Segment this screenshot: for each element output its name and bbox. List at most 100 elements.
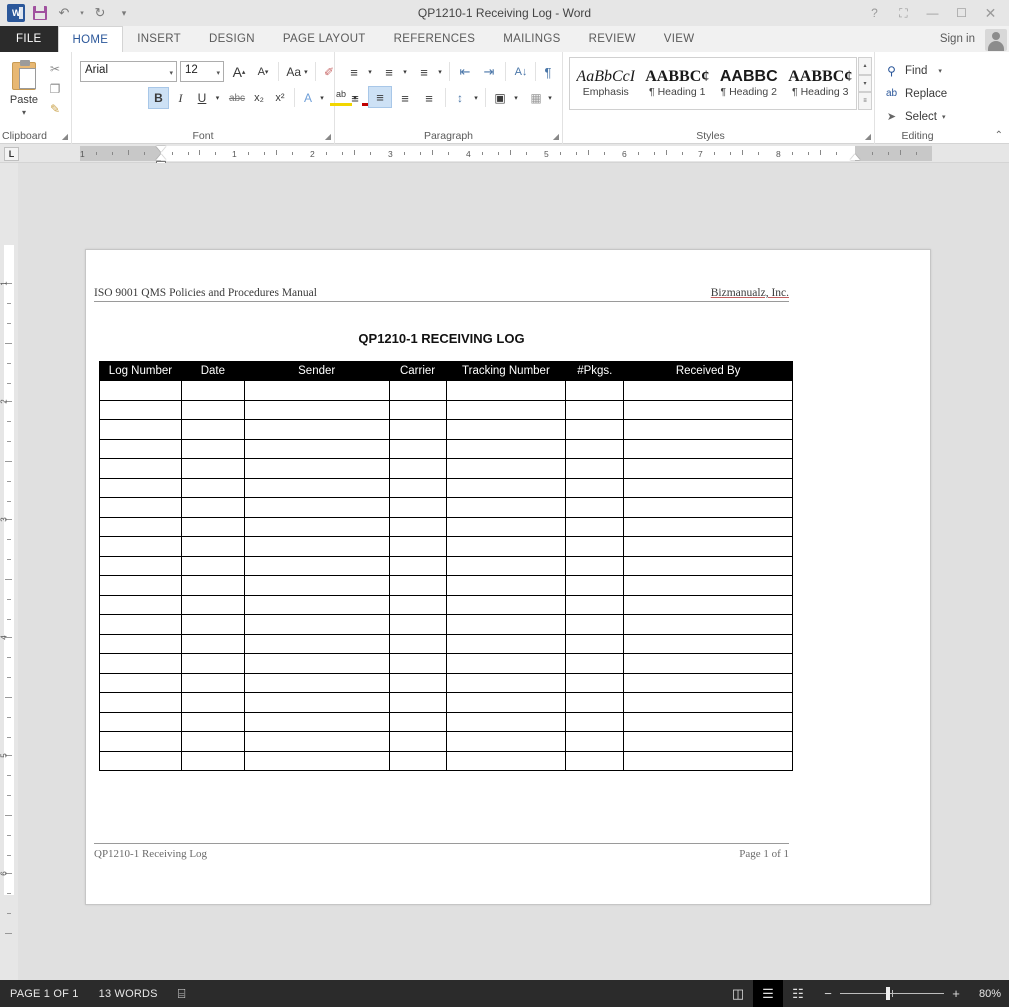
- web-layout-view-button[interactable]: ☷: [783, 980, 813, 1007]
- change-case-button[interactable]: Aa ▾: [282, 61, 312, 83]
- table-cell[interactable]: [388, 692, 447, 713]
- table-cell[interactable]: [445, 653, 567, 674]
- grow-font-button[interactable]: A ▴: [228, 61, 250, 83]
- table-cell[interactable]: [243, 614, 390, 635]
- table-cell[interactable]: [445, 633, 567, 654]
- word-logo-icon[interactable]: W: [4, 2, 28, 24]
- table-cell[interactable]: [565, 458, 625, 479]
- table-cell[interactable]: [623, 516, 793, 537]
- table-cell[interactable]: [445, 497, 567, 518]
- table-cell[interactable]: [388, 458, 447, 479]
- table-cell[interactable]: [445, 555, 567, 576]
- tab-insert[interactable]: INSERT: [123, 26, 195, 52]
- tab-home[interactable]: HOME: [57, 26, 124, 52]
- strikethrough-button[interactable]: abc: [225, 87, 249, 109]
- table-cell[interactable]: [388, 399, 447, 420]
- table-cell[interactable]: [180, 575, 245, 596]
- subscript-button[interactable]: x₂: [249, 87, 269, 109]
- justify-icon[interactable]: ≡: [417, 87, 441, 109]
- shrink-font-button[interactable]: A ▾: [252, 61, 274, 83]
- sign-in-button[interactable]: Sign in: [940, 26, 975, 52]
- undo-icon[interactable]: ↶: [52, 2, 76, 24]
- table-cell[interactable]: [99, 614, 182, 635]
- tab-view[interactable]: VIEW: [650, 26, 709, 52]
- table-cell[interactable]: [388, 750, 447, 771]
- table-row[interactable]: [99, 419, 793, 440]
- paste-button[interactable]: [10, 58, 40, 92]
- table-cell[interactable]: [565, 614, 625, 635]
- zoom-slider-thumb[interactable]: [886, 987, 890, 1000]
- table-cell[interactable]: [180, 380, 245, 401]
- table-cell[interactable]: [99, 438, 182, 459]
- table-cell[interactable]: [99, 633, 182, 654]
- table-cell[interactable]: [623, 750, 793, 771]
- table-cell[interactable]: [99, 594, 182, 615]
- table-row[interactable]: [99, 692, 793, 713]
- table-cell[interactable]: [99, 458, 182, 479]
- table-row[interactable]: [99, 594, 793, 615]
- table-cell[interactable]: [565, 477, 625, 498]
- table-cell[interactable]: [565, 750, 625, 771]
- table-cell[interactable]: [445, 692, 567, 713]
- table-cell[interactable]: [243, 399, 390, 420]
- table-row[interactable]: [99, 497, 793, 518]
- superscript-button[interactable]: x²: [270, 87, 290, 109]
- table-row[interactable]: [99, 711, 793, 732]
- underline-dropdown-icon[interactable]: ▾: [212, 87, 223, 109]
- table-cell[interactable]: [445, 575, 567, 596]
- table-cell[interactable]: [243, 750, 390, 771]
- table-cell[interactable]: [388, 672, 447, 693]
- select-button[interactable]: ➤ Select ▾: [883, 106, 946, 127]
- text-effects-icon[interactable]: A: [298, 87, 318, 109]
- table-cell[interactable]: [623, 497, 793, 518]
- table-cell[interactable]: [388, 575, 447, 596]
- line-spacing-icon[interactable]: ↕: [449, 87, 471, 109]
- horizontal-ruler[interactable]: L 1 1 2 3 4 5 6 7 8: [0, 144, 1009, 167]
- table-cell[interactable]: [180, 614, 245, 635]
- table-cell[interactable]: [623, 633, 793, 654]
- table-cell[interactable]: [565, 692, 625, 713]
- table-cell[interactable]: [565, 380, 625, 401]
- table-cell[interactable]: [623, 438, 793, 459]
- zoom-in-button[interactable]: +: [951, 986, 961, 1001]
- font-name-chevron-down-icon[interactable]: ▾: [169, 69, 173, 77]
- align-right-icon[interactable]: ≡: [393, 87, 417, 109]
- redo-icon[interactable]: ↻: [88, 2, 112, 24]
- format-painter-icon[interactable]: ✎: [46, 100, 64, 118]
- table-cell[interactable]: [445, 672, 567, 693]
- table-cell[interactable]: [623, 731, 793, 752]
- table-cell[interactable]: [445, 516, 567, 537]
- table-cell[interactable]: [99, 477, 182, 498]
- table-row[interactable]: [99, 516, 793, 537]
- table-cell[interactable]: [243, 536, 390, 557]
- table-cell[interactable]: [180, 692, 245, 713]
- table-cell[interactable]: [445, 399, 567, 420]
- table-cell[interactable]: [565, 633, 625, 654]
- hanging-indent-marker[interactable]: [156, 154, 166, 160]
- close-button[interactable]: ✕: [976, 1, 1005, 25]
- show-formatting-marks-icon[interactable]: ¶: [538, 61, 558, 83]
- table-row[interactable]: [99, 750, 793, 771]
- table-cell[interactable]: [623, 477, 793, 498]
- find-dropdown-icon[interactable]: ▾: [938, 67, 942, 75]
- decrease-indent-icon[interactable]: ⇤: [453, 61, 477, 83]
- table-cell[interactable]: [623, 594, 793, 615]
- copy-icon[interactable]: ❐: [46, 80, 64, 98]
- align-left-icon[interactable]: ≡: [343, 87, 367, 109]
- table-cell[interactable]: [180, 594, 245, 615]
- table-cell[interactable]: [388, 497, 447, 518]
- table-cell[interactable]: [445, 750, 567, 771]
- table-row[interactable]: [99, 731, 793, 752]
- table-cell[interactable]: [99, 536, 182, 557]
- table-cell[interactable]: [388, 614, 447, 635]
- ribbon-display-options-button[interactable]: ⛶: [889, 1, 918, 25]
- table-cell[interactable]: [565, 594, 625, 615]
- read-mode-view-button[interactable]: ◫: [723, 980, 753, 1007]
- multilevel-list-icon[interactable]: ≡: [413, 61, 435, 83]
- table-cell[interactable]: [243, 594, 390, 615]
- table-cell[interactable]: [243, 692, 390, 713]
- table-cell[interactable]: [565, 438, 625, 459]
- table-cell[interactable]: [243, 711, 390, 732]
- bullets-icon[interactable]: ≡: [343, 61, 365, 83]
- style-item-emphasis[interactable]: AaBbCcI Emphasis: [570, 58, 642, 109]
